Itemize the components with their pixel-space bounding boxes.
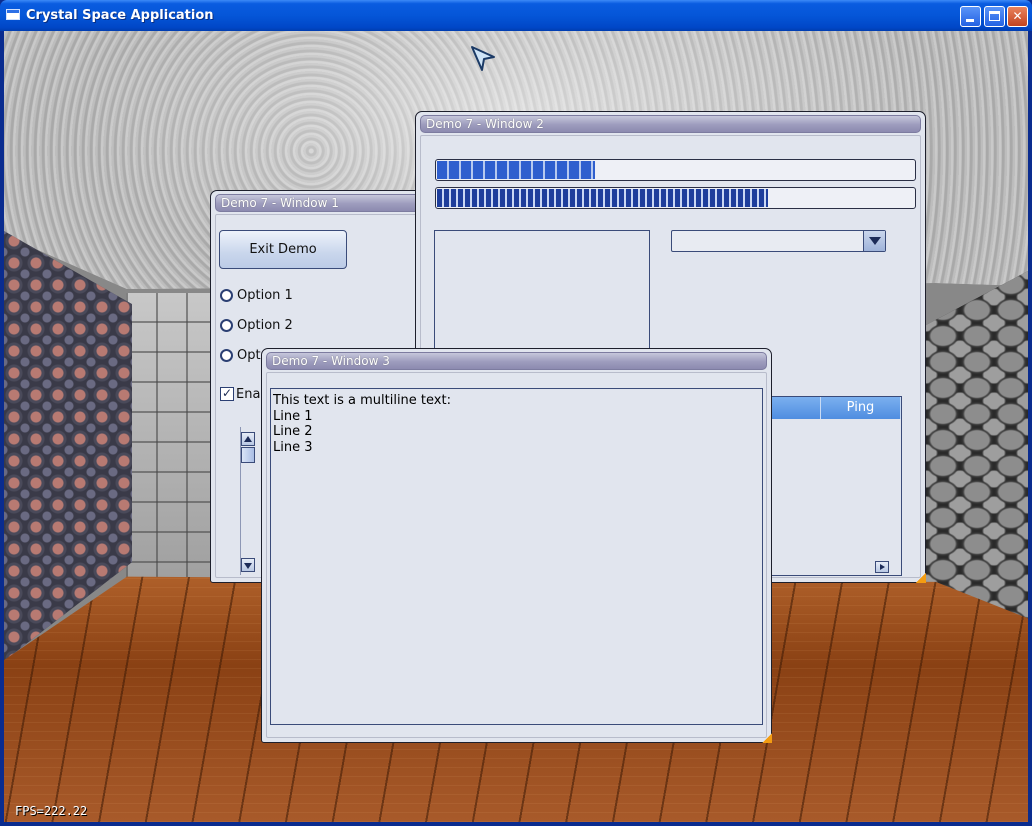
window-1-titlebar[interactable]: Demo 7 - Window 1 [215,194,425,212]
app-titlebar[interactable]: Crystal Space Application ✕ [0,0,1032,31]
window-1-vertical-scrollbar[interactable] [240,427,256,575]
minimize-button[interactable] [960,6,981,27]
progress-bar-2 [435,187,916,209]
enable-checkbox-label: Ena [236,387,261,402]
enable-checkbox[interactable]: ✓ [220,387,234,401]
option-1-label: Option 1 [237,288,293,303]
window-3-resize-grip[interactable] [762,733,772,743]
progress-bar-1 [435,159,916,181]
window-2-resize-grip[interactable] [916,573,926,583]
fps-counter: FPS=222.22 [15,804,88,818]
scroll-down-icon[interactable] [241,558,255,572]
scene-right-wall [926,271,1028,631]
scroll-right-icon[interactable] [875,561,889,573]
option-2-label: Option 2 [237,318,293,333]
window-2-combobox[interactable] [671,230,886,252]
multiline-editbox[interactable]: This text is a multiline text: Line 1 Li… [270,388,763,725]
option-2-radio[interactable] [220,319,233,332]
option-3-radio[interactable] [220,349,233,362]
option-1-radio[interactable] [220,289,233,302]
combobox-dropdown-icon[interactable] [863,231,885,251]
progress-bar-1-fill [437,161,596,179]
exit-demo-button[interactable]: Exit Demo [219,230,347,269]
close-button[interactable]: ✕ [1007,6,1028,27]
column-header-ping[interactable]: Ping [821,397,901,419]
maximize-button[interactable] [984,6,1005,27]
option-3-label: Opt [237,348,261,363]
app-title: Crystal Space Application [26,8,214,23]
progress-bar-2-fill [437,189,768,207]
app-window-icon [6,9,20,20]
window-2-titlebar[interactable]: Demo 7 - Window 2 [420,115,921,133]
scroll-thumb[interactable] [241,447,255,463]
window-3-titlebar[interactable]: Demo 7 - Window 3 [266,352,767,370]
scroll-up-icon[interactable] [241,432,255,446]
render-viewport[interactable]: Demo 7 - Window 1 Exit Demo Option 1 Opt… [4,31,1028,822]
demo-window-3[interactable]: Demo 7 - Window 3 This text is a multili… [261,348,772,743]
